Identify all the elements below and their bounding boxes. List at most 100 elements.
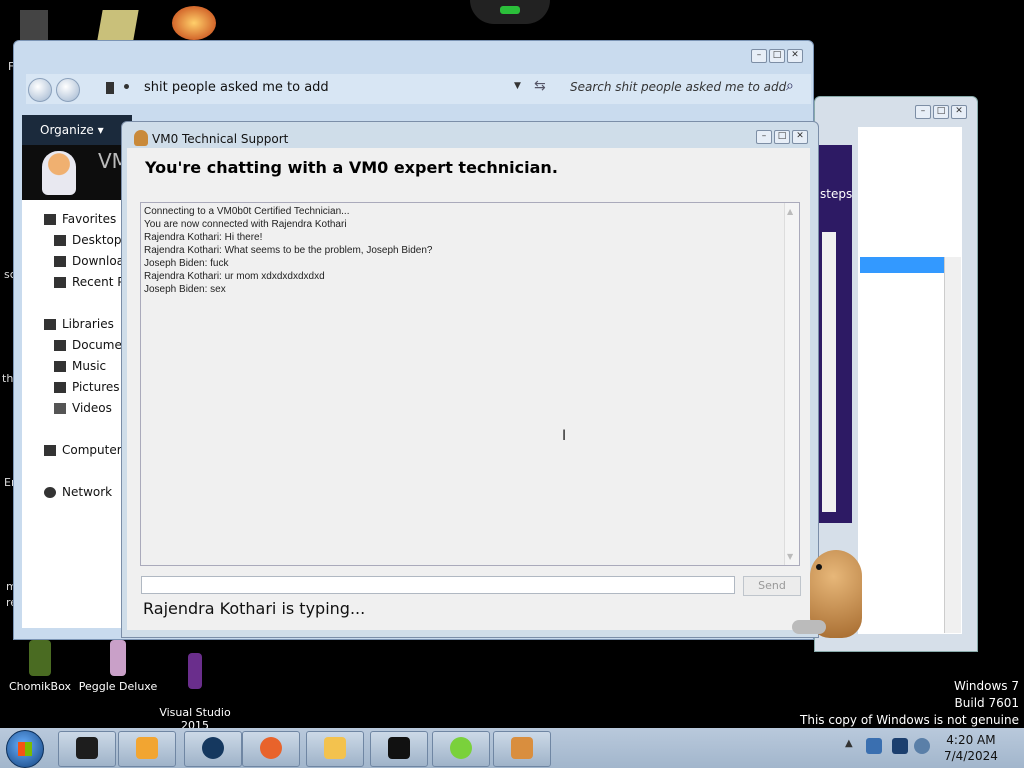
nav-documents[interactable]: Documer	[54, 338, 127, 352]
address-path[interactable]: shit people asked me to add	[144, 80, 329, 95]
lime-app-icon	[450, 737, 472, 759]
message-input[interactable]	[141, 576, 735, 594]
minimize-button[interactable]: –	[756, 130, 772, 144]
clock-date: 7/4/2024	[944, 749, 998, 763]
clock[interactable]: 4:20 AM 7/4/2024	[944, 732, 998, 764]
close-button[interactable]: ✕	[951, 105, 967, 119]
volume-tray-icon[interactable]	[914, 738, 930, 754]
selected-item[interactable]	[860, 257, 944, 273]
window-title: VM0 Technical Support	[152, 132, 289, 146]
taskbar-button-terminal[interactable]	[370, 731, 428, 767]
minimize-button[interactable]: –	[915, 105, 931, 119]
chat-message: Rajendra Kothari: What seems to be the p…	[144, 245, 433, 256]
forward-button[interactable]	[56, 78, 80, 102]
chomikbox-icon	[29, 640, 51, 676]
search-input[interactable]: Search shit people asked me to add	[570, 80, 786, 94]
search-icon[interactable]: ⌕	[786, 78, 794, 94]
folder-icon	[324, 737, 346, 759]
computer-icon	[44, 445, 56, 456]
window-controls: – □ ✕	[751, 49, 803, 63]
chat-messages: Connecting to a VM0b0t Certified Technic…	[144, 205, 433, 296]
chat-log[interactable]: Connecting to a VM0b0t Certified Technic…	[140, 202, 800, 566]
nav-music[interactable]: Music	[54, 359, 106, 373]
desktop-icon-fragment	[20, 10, 48, 40]
chat-client-area: You're chatting with a VM0 expert techni…	[127, 148, 810, 630]
typing-status: Rajendra Kothari is typing...	[143, 599, 366, 618]
taskbar-button-vm[interactable]	[58, 731, 116, 767]
back-button[interactable]	[28, 78, 52, 102]
start-button[interactable]	[6, 730, 44, 768]
background-text: steps	[820, 187, 853, 201]
explorer-toolbar: Organize ▾	[22, 115, 132, 145]
scrollbar[interactable]	[944, 257, 961, 633]
nav-videos[interactable]: Videos	[54, 401, 112, 415]
globe-icon	[202, 737, 224, 759]
documents-icon	[54, 340, 66, 351]
windows-build: Build 7601	[954, 696, 1019, 710]
desktop-icon-chomikbox[interactable]: ChomikBox	[0, 640, 80, 693]
nav-pictures[interactable]: Pictures	[54, 380, 120, 394]
network-icon	[44, 487, 56, 498]
minimize-button[interactable]: –	[751, 49, 767, 63]
pictures-icon	[54, 382, 66, 393]
text-cursor-icon: I	[562, 428, 567, 444]
refresh-icon[interactable]: ⇆	[534, 78, 546, 94]
peggle-icon	[110, 640, 126, 676]
nav-downloads[interactable]: Downloa	[54, 254, 124, 268]
nav-libraries[interactable]: Libraries	[44, 317, 114, 331]
technician-icon	[134, 130, 148, 146]
recent-places-icon	[54, 277, 66, 288]
camera-tray-icon[interactable]	[892, 738, 908, 754]
taskbar-button-explorer[interactable]	[306, 731, 364, 767]
chat-message: Rajendra Kothari: ur mom xdxdxdxdxdxd	[144, 271, 325, 282]
desktop-icon-peggle[interactable]: Peggle Deluxe	[78, 640, 158, 693]
breadcrumb-separator-icon	[124, 84, 129, 89]
navigation-pane: Favorites Desktop Downloa Recent P Libra…	[22, 200, 134, 628]
show-hidden-icons-icon[interactable]: ▲	[845, 738, 861, 754]
close-button[interactable]: ✕	[787, 49, 803, 63]
chat-message: You are now connected with Rajendra Koth…	[144, 219, 347, 230]
media-player-icon	[136, 737, 158, 759]
explorer-banner: VM	[22, 145, 132, 200]
network-tray-icon[interactable]	[866, 738, 882, 754]
taskbar-button-lime[interactable]	[432, 731, 490, 767]
libraries-icon	[44, 319, 56, 330]
vm-app-icon	[76, 737, 98, 759]
maximize-button[interactable]: □	[774, 130, 790, 144]
scrollbar[interactable]: ▲ ▼	[784, 203, 799, 565]
nav-desktop[interactable]: Desktop	[54, 233, 122, 247]
organize-menu[interactable]: Organize ▾	[40, 123, 104, 137]
nav-network[interactable]: Network	[44, 485, 112, 499]
desktop-icon-label: ChomikBox	[9, 680, 71, 693]
nav-favorites[interactable]: Favorites	[44, 212, 116, 226]
window-controls: – □ ✕	[756, 130, 808, 144]
star-icon	[44, 214, 56, 225]
window-controls: – □ ✕	[915, 105, 967, 119]
genuine-warning: This copy of Windows is not genuine	[800, 713, 1019, 727]
close-button[interactable]: ✕	[792, 130, 808, 144]
firefox-icon	[260, 737, 282, 759]
clock-time: 4:20 AM	[946, 733, 996, 747]
windows-version: Windows 7	[953, 679, 1019, 693]
chat-heading: You're chatting with a VM0 expert techni…	[145, 158, 558, 177]
folder-icon	[106, 82, 114, 94]
chat-message: Connecting to a VM0b0t Certified Technic…	[144, 206, 350, 217]
terminal-icon	[388, 737, 410, 759]
maximize-button[interactable]: □	[769, 49, 785, 63]
nav-recent[interactable]: Recent P	[54, 275, 125, 289]
chat-message: Rajendra Kothari: Hi there!	[144, 232, 263, 243]
taskbar-button-media[interactable]	[118, 731, 176, 767]
taskbar-button-globe[interactable]	[184, 731, 242, 767]
desktop-fragment-text: th	[2, 372, 14, 385]
scroll-up-icon[interactable]: ▲	[787, 207, 793, 216]
taskbar-button-techsupport[interactable]	[493, 731, 551, 767]
desktop-icon-label: Peggle Deluxe	[78, 680, 158, 693]
nav-computer[interactable]: Computer	[44, 443, 122, 457]
downloads-icon	[54, 256, 66, 267]
taskbar-button-firefox[interactable]	[242, 731, 300, 767]
chevron-down-icon[interactable]: ▼	[514, 81, 521, 91]
visual-studio-icon	[188, 653, 202, 689]
scrollbar[interactable]	[822, 232, 836, 512]
maximize-button[interactable]: □	[933, 105, 949, 119]
desktop-icon	[54, 235, 66, 246]
